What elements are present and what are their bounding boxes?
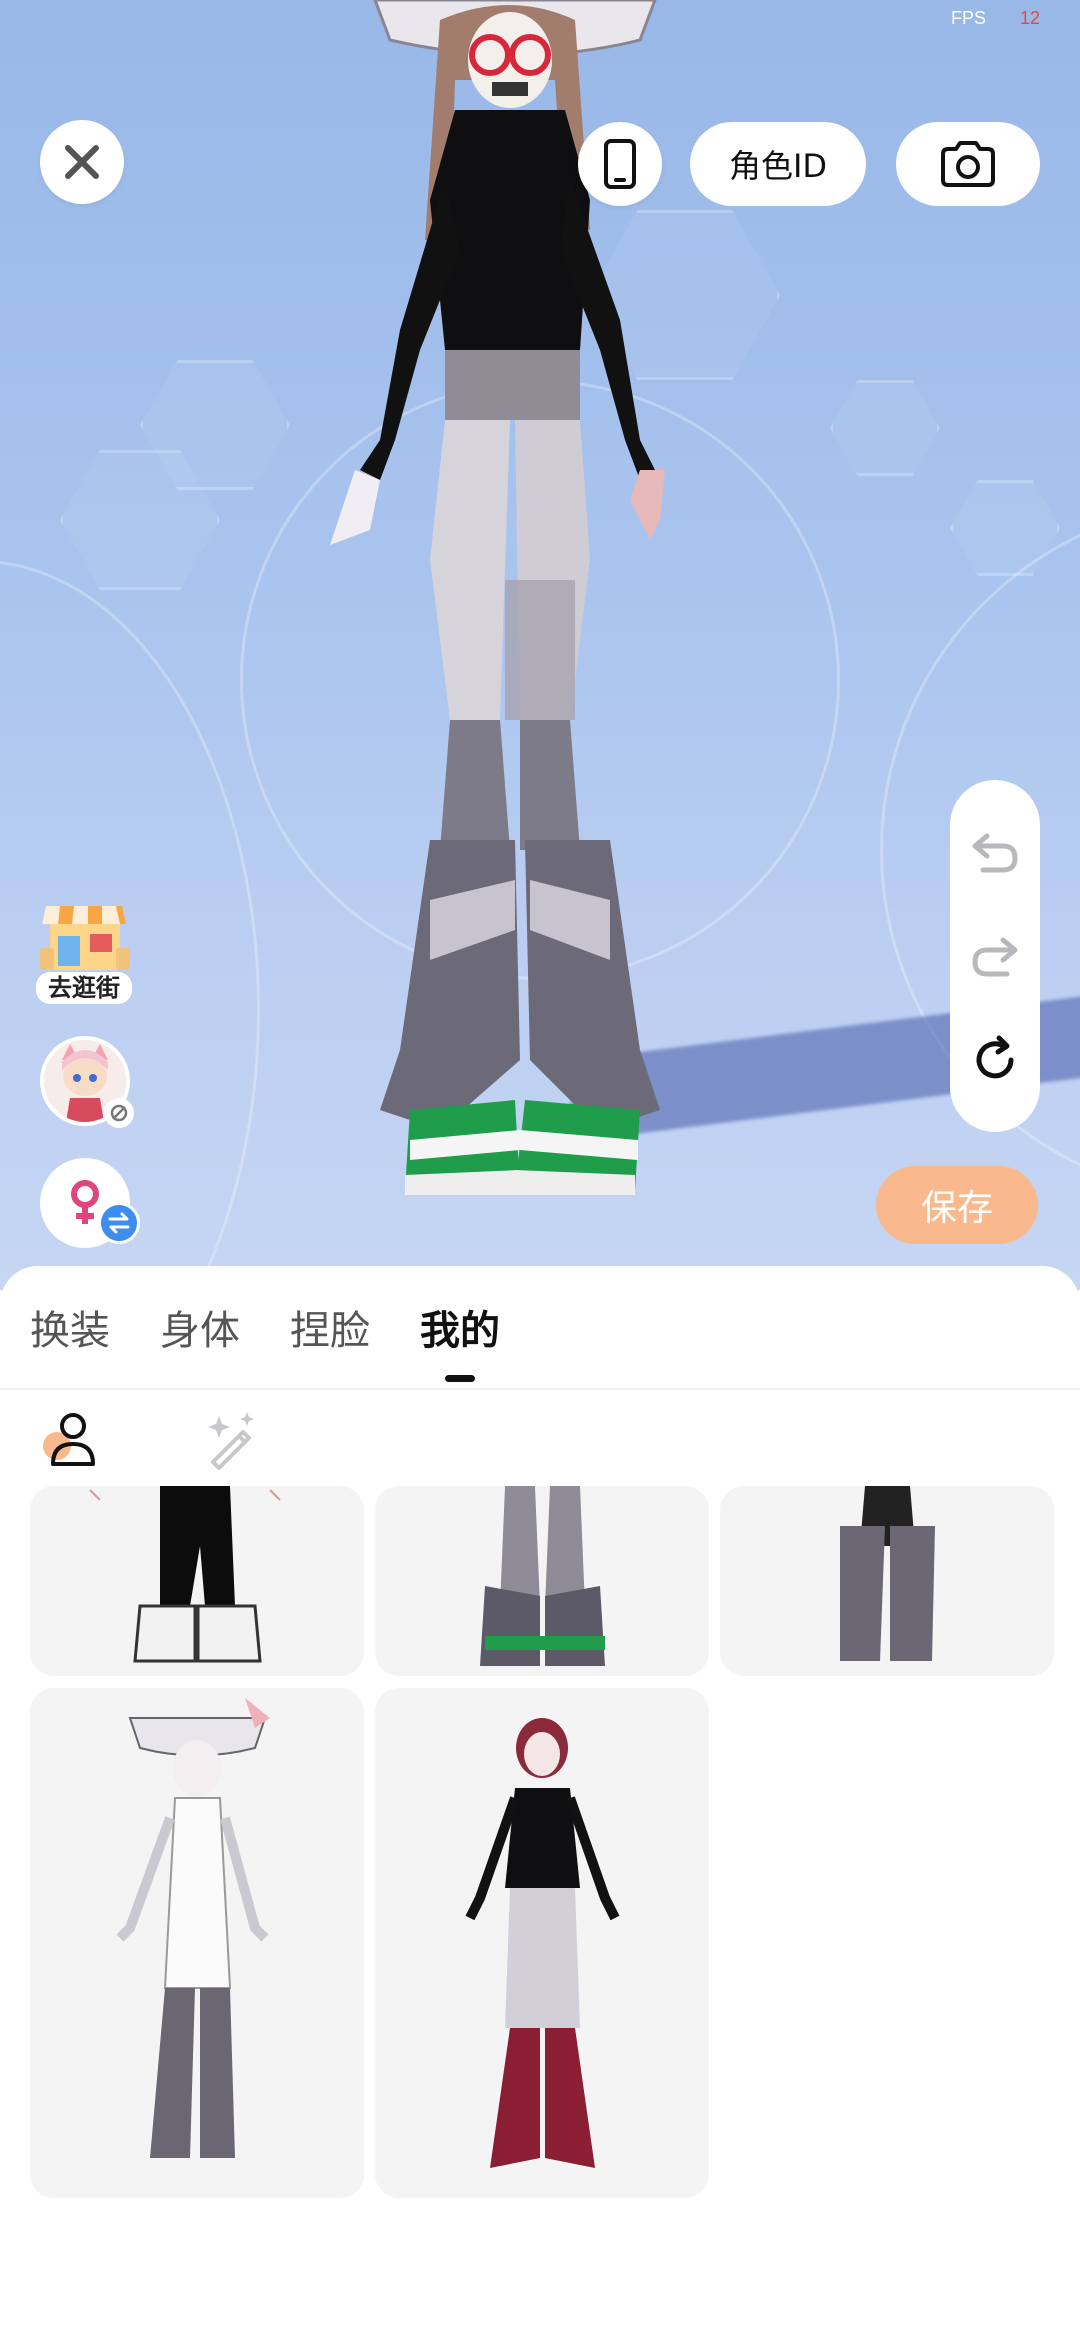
swap-icon [108, 1212, 130, 1234]
subtab-magic[interactable] [196, 1403, 266, 1473]
redo-icon [972, 937, 1018, 977]
person-icon [43, 1413, 95, 1466]
tab-mine[interactable]: 我的 [420, 1266, 500, 1388]
tab-dress-up[interactable]: 换装 [30, 1266, 110, 1388]
bottom-sheet: 换装 身体 捏脸 我的 [0, 1266, 1080, 2340]
close-button[interactable] [40, 120, 124, 204]
category-tabs: 换装 身体 捏脸 我的 [0, 1266, 1080, 1388]
saved-look-card[interactable] [375, 1486, 709, 1676]
camera-icon [941, 141, 995, 187]
look-thumbnail [116, 1698, 270, 2158]
look-thumbnail [465, 1718, 620, 2168]
eye-off-icon [110, 1104, 128, 1122]
camera-button[interactable] [896, 122, 1040, 206]
undo-button[interactable] [967, 824, 1023, 880]
shop-icon [40, 906, 130, 970]
redo-button[interactable] [967, 928, 1023, 984]
saved-look-card[interactable] [375, 1688, 709, 2198]
go-shopping-button[interactable]: 去逛街 [36, 898, 132, 1004]
saved-look-card[interactable] [30, 1688, 364, 2198]
look-thumbnail [840, 1486, 935, 1661]
fps-label: FPS [950, 8, 986, 28]
undo-icon [972, 833, 1018, 873]
tab-face[interactable]: 捏脸 [290, 1266, 370, 1388]
look-thumbnail [89, 1486, 281, 1663]
phone-frame-icon [604, 139, 636, 189]
device-frame-button[interactable] [578, 122, 662, 206]
subtab-person[interactable] [36, 1403, 106, 1473]
saved-looks-grid[interactable] [30, 1486, 1054, 2216]
history-toolbar [950, 780, 1040, 1132]
go-shopping-label: 去逛街 [36, 972, 132, 1004]
reset-button[interactable] [967, 1032, 1023, 1088]
avatar-hide-badge[interactable] [104, 1098, 134, 1128]
fps-value: 12 [1019, 8, 1040, 28]
fps-counter: FPS 12 [951, 8, 1040, 29]
look-thumbnail [480, 1486, 605, 1666]
magic-wand-icon [208, 1412, 254, 1470]
saved-look-card[interactable] [720, 1486, 1054, 1676]
saved-look-card[interactable] [30, 1486, 364, 1676]
swap-gender-button[interactable] [98, 1202, 140, 1244]
close-icon [65, 145, 99, 179]
role-id-button[interactable]: 角色ID [690, 122, 866, 206]
save-button[interactable]: 保存 [876, 1166, 1038, 1244]
tab-body[interactable]: 身体 [160, 1266, 240, 1388]
reset-rotate-icon [976, 1035, 1014, 1079]
sub-tabs [0, 1390, 356, 1486]
